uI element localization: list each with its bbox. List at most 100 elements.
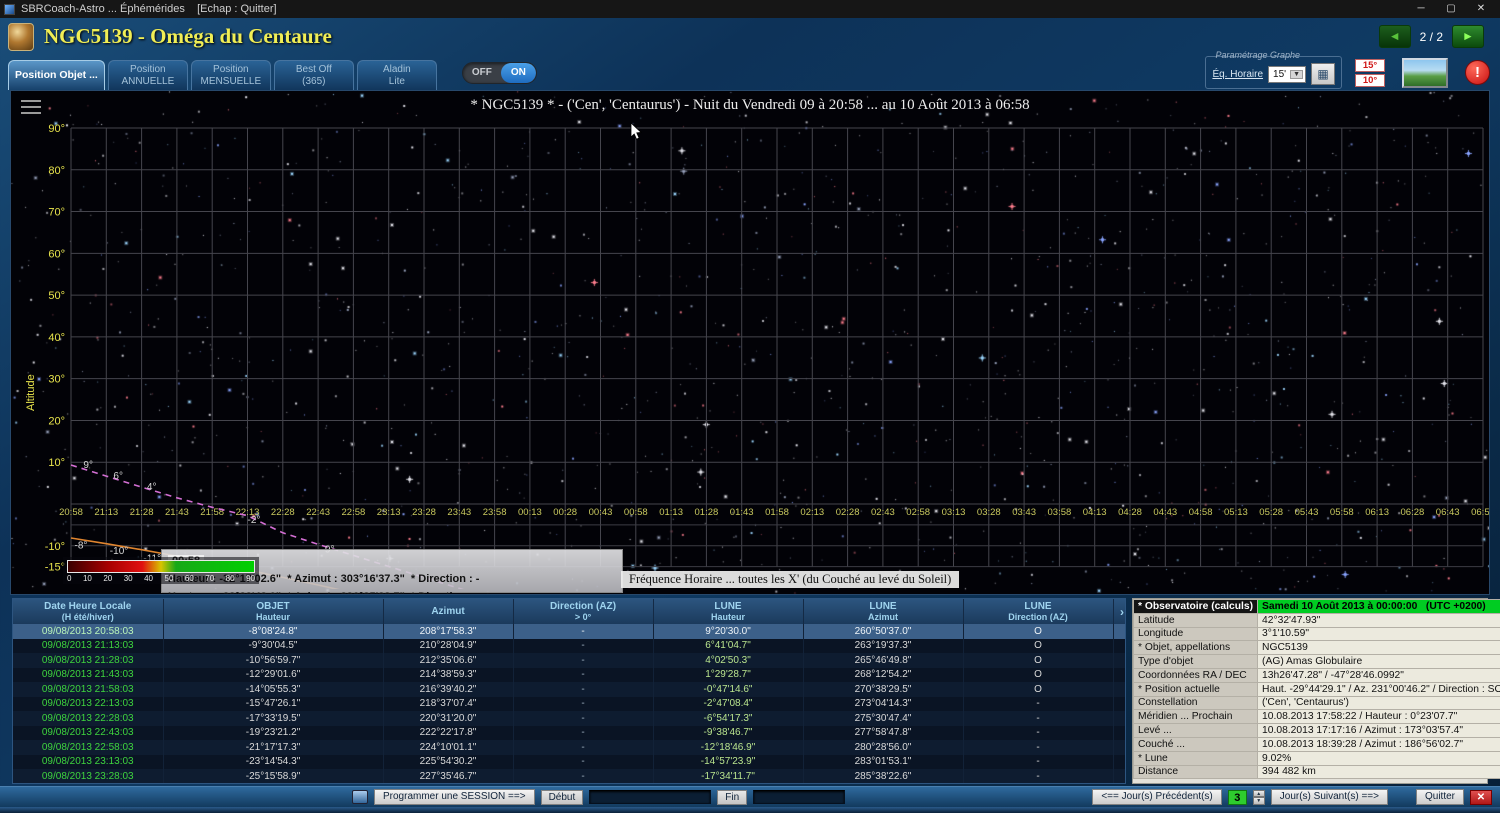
observatory-row-value: NGC5139 — [1258, 641, 1500, 655]
colorbar-gradient — [67, 560, 255, 573]
table-row[interactable]: 09/08/2013 22:58:03-21°17'17.3"224°10'01… — [13, 740, 1126, 755]
program-session-button[interactable]: Programmer une SESSION ==> — [374, 789, 535, 805]
table-cell: -19°23'21.2" — [163, 726, 383, 741]
table-row[interactable]: 09/08/2013 22:13:03-15°47'26.1"218°37'07… — [13, 697, 1126, 712]
table-cell: 6°41'04.7" — [653, 639, 803, 654]
table-cell — [1113, 726, 1126, 741]
previous-days-button[interactable]: <== Jour(s) Précédent(s) — [1092, 789, 1221, 805]
observatory-row-label: Longitude — [1134, 627, 1258, 641]
chart-menu-icon[interactable] — [21, 100, 41, 118]
table-cell — [1113, 653, 1126, 668]
table-row[interactable]: 09/08/2013 21:28:03-10°56'59.7"212°35'06… — [13, 653, 1126, 668]
tab-position-annuelle[interactable]: Position ANNUELLE — [108, 60, 188, 90]
days-spinner[interactable]: ▲ ▼ — [1253, 790, 1265, 805]
background-image-button[interactable] — [1402, 58, 1448, 88]
tab-best-off[interactable]: Best Off (365) — [274, 60, 354, 90]
x-tick-label: 04:28 — [1118, 507, 1142, 518]
tab-position-objet[interactable]: Position Objet ... — [8, 60, 105, 90]
column-header[interactable]: LUNEDirection (AZ) — [963, 599, 1113, 624]
limit-low-value[interactable]: 10° — [1355, 74, 1385, 87]
table-cell: - — [513, 726, 653, 741]
observatory-row-value: Haut. -29°44'29.1" / Az. 231°00'46.2" / … — [1258, 682, 1500, 696]
close-button[interactable]: ✕ — [1466, 0, 1496, 18]
table-cell: 09/08/2013 21:43:03 — [13, 668, 163, 683]
page-title: NGC5139 - Oméga du Centaure — [44, 24, 332, 49]
observatory-row-label: Méridien ... Prochain — [1134, 710, 1258, 724]
chevron-down-icon: ▼ — [1290, 70, 1303, 79]
table-row[interactable]: 09/08/2013 22:43:03-19°23'21.2"222°22'17… — [13, 726, 1126, 741]
table-row[interactable]: 09/08/2013 23:13:03-23°14'54.3"225°54'30… — [13, 755, 1126, 770]
table-row[interactable]: 09/08/2013 20:58:03-8°08'24.8"208°17'58.… — [13, 624, 1126, 639]
quit-close-icon[interactable]: ✕ — [1470, 790, 1492, 805]
chart-title: * NGC5139 * - ('Cen', 'Centaurus') - Nui… — [11, 97, 1489, 114]
minimize-button[interactable]: ─ — [1406, 0, 1436, 18]
table-cell: - — [963, 755, 1113, 770]
eq-horaire-select[interactable]: 15' ▼ — [1268, 66, 1306, 83]
fin-input[interactable] — [753, 790, 845, 804]
x-tick-label: 01:28 — [695, 507, 719, 518]
toggle-off-label: OFF — [463, 67, 501, 78]
column-header[interactable]: Date Heure Locale(H été/hiver) — [13, 599, 163, 624]
spinner-up-icon[interactable]: ▲ — [1253, 790, 1265, 798]
tab-position-mensuelle[interactable]: Position MENSUELLE — [191, 60, 271, 90]
table-row[interactable]: 09/08/2013 22:28:03-17°33'19.5"220°31'20… — [13, 711, 1126, 726]
observatory-row: Type d'objet(AG) Amas Globulaire — [1134, 655, 1500, 669]
table-scroll-right[interactable]: › — [1113, 599, 1126, 624]
observatory-row-value: 9.02% — [1258, 751, 1500, 765]
session-icon[interactable] — [352, 790, 368, 804]
next-object-button[interactable]: ► — [1452, 25, 1484, 48]
column-header[interactable]: LUNEAzimut — [803, 599, 963, 624]
column-header[interactable]: Direction (AZ)> 0° — [513, 599, 653, 624]
table-cell: 208°17'58.3" — [383, 624, 513, 639]
alert-icon[interactable]: ! — [1465, 60, 1490, 85]
maximize-button[interactable]: ▢ — [1436, 0, 1466, 18]
table-cell: 220°31'20.0" — [383, 711, 513, 726]
table-cell: 09/08/2013 20:58:03 — [13, 624, 163, 639]
column-header[interactable]: LUNEHauteur — [653, 599, 803, 624]
tab-aladin-lite[interactable]: Aladin Lite — [357, 60, 437, 90]
table-cell: - — [513, 668, 653, 683]
table-cell — [1113, 668, 1126, 683]
table-cell: 270°38'29.5" — [803, 682, 963, 697]
table-row[interactable]: 09/08/2013 23:28:03-25°15'58.9"227°35'46… — [13, 769, 1126, 784]
column-header[interactable]: Azimut — [383, 599, 513, 624]
ephemeris-table: Date Heure Locale(H été/hiver)OBJETHaute… — [13, 599, 1126, 784]
x-tick-label: 02:28 — [836, 507, 860, 518]
previous-object-button[interactable]: ◄ — [1379, 25, 1411, 48]
toggle-on-label: ON — [501, 63, 536, 83]
table-cell: -10°56'59.7" — [163, 653, 383, 668]
table-cell: -25°15'58.9" — [163, 769, 383, 784]
table-row[interactable]: 09/08/2013 21:58:03-14°05'55.3"216°39'40… — [13, 682, 1126, 697]
table-cell: 214°38'59.3" — [383, 668, 513, 683]
table-cell: 273°04'14.3" — [803, 697, 963, 712]
quit-button[interactable]: Quitter — [1416, 789, 1464, 805]
observatory-table: * Observatoire (calculs)Samedi 10 Août 2… — [1133, 599, 1500, 779]
y-axis-label: Altitude — [25, 374, 37, 411]
page-indicator: 2 / 2 — [1420, 30, 1443, 44]
altitude-colorbar: 0102030405060708090 — [63, 557, 259, 584]
graph-refresh-button[interactable]: ▦ — [1311, 63, 1335, 85]
table-cell: 283°01'53.1" — [803, 755, 963, 770]
table-cell: -14°57'23.9" — [653, 755, 803, 770]
off-on-toggle[interactable]: OFF ON — [462, 62, 537, 84]
x-tick-label: 06:28 — [1401, 507, 1425, 518]
limit-high-value[interactable]: 15° — [1355, 59, 1385, 72]
table-cell — [1113, 697, 1126, 712]
observatory-row-label: Type d'objet — [1134, 655, 1258, 669]
x-tick-label: 06:43 — [1436, 507, 1460, 518]
colorbar-tick-label: 0 — [67, 574, 71, 583]
x-tick-label: 02:43 — [871, 507, 895, 518]
days-count-value[interactable]: 3 — [1228, 790, 1247, 805]
y-tick-label: 30° — [48, 374, 65, 386]
column-header[interactable]: OBJETHauteur — [163, 599, 383, 624]
debut-input[interactable] — [589, 790, 711, 804]
observatory-row: Couché ...10.08.2013 18:39:28 / Azimut :… — [1134, 737, 1500, 751]
table-cell: 09/08/2013 22:28:03 — [13, 711, 163, 726]
next-days-button[interactable]: Jour(s) Suivant(s) ==> — [1271, 789, 1388, 805]
table-row[interactable]: 09/08/2013 21:43:03-12°29'01.6"214°38'59… — [13, 668, 1126, 683]
table-row[interactable]: 09/08/2013 21:13:03-9°30'04.5"210°28'04.… — [13, 639, 1126, 654]
table-cell: - — [513, 653, 653, 668]
table-cell — [1113, 769, 1126, 784]
x-tick-label: 04:43 — [1153, 507, 1177, 518]
spinner-down-icon[interactable]: ▼ — [1253, 797, 1265, 805]
